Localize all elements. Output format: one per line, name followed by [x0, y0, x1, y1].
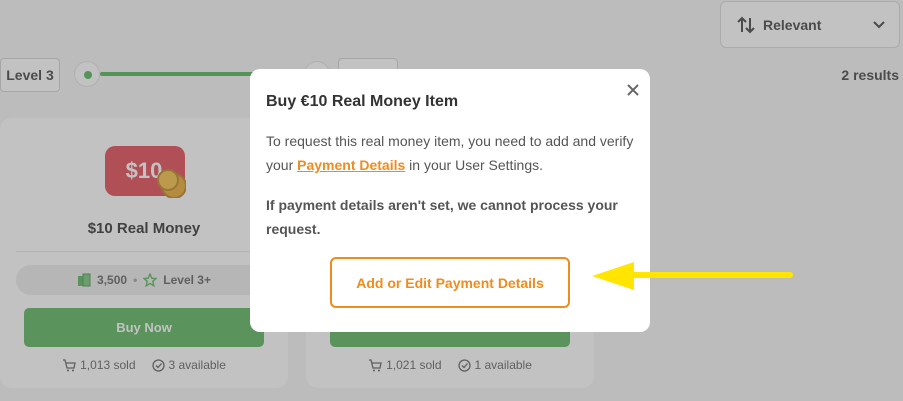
modal-description: To request this real money item, you nee… [266, 129, 636, 177]
close-button[interactable] [624, 81, 642, 99]
modal-warning: If payment details aren't set, we cannot… [266, 197, 618, 237]
close-icon [627, 84, 639, 96]
payment-details-link[interactable]: Payment Details [297, 157, 405, 173]
modal-title: Buy €10 Real Money Item [266, 93, 459, 110]
modal-description-text-end: in your User Settings. [405, 157, 544, 173]
arrow-annotation-icon [592, 262, 793, 290]
edit-payment-details-button[interactable]: Add or Edit Payment Details [330, 257, 570, 308]
